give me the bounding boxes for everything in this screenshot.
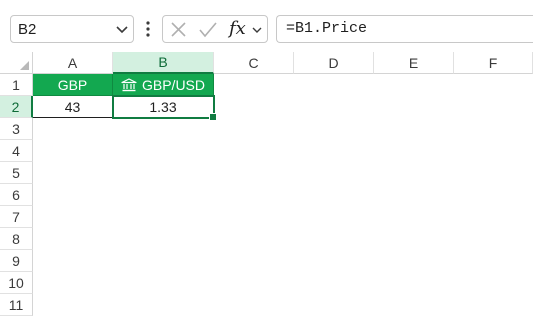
more-vertical-icon[interactable]: [145, 19, 151, 39]
column-header-e[interactable]: E: [374, 52, 454, 74]
row-header-11[interactable]: 11: [0, 294, 33, 316]
formula-bar: B2 fx =B1.Price: [0, 0, 533, 58]
row-header-7[interactable]: 7: [0, 206, 33, 228]
row-header-1[interactable]: 1: [0, 74, 33, 96]
cancel-x-icon[interactable]: [170, 21, 187, 38]
select-all-icon: [20, 61, 29, 70]
cell-b1-text: GBP/USD: [141, 76, 205, 93]
column-header-f[interactable]: F: [454, 52, 533, 74]
cell-b1[interactable]: GBP/USD: [113, 74, 214, 96]
bank-icon: [121, 77, 137, 91]
select-all-button[interactable]: [0, 52, 33, 74]
row-header-3[interactable]: 3: [0, 118, 33, 140]
name-box-value[interactable]: B2: [18, 21, 36, 38]
column-header-a[interactable]: A: [33, 52, 113, 74]
row-header-2[interactable]: 2: [0, 96, 33, 118]
cell-a2[interactable]: 43: [33, 96, 113, 118]
chevron-down-icon[interactable]: [251, 24, 263, 36]
column-header-c[interactable]: C: [214, 52, 294, 74]
row-header-5[interactable]: 5: [0, 162, 33, 184]
column-header-d[interactable]: D: [294, 52, 374, 74]
name-box[interactable]: B2: [10, 15, 134, 43]
row-header-8[interactable]: 8: [0, 228, 33, 250]
spreadsheet-grid: A B C D E F 1 2 3 4 5 6 7 8 9 10 11 GBP …: [0, 52, 533, 330]
cell-b2[interactable]: 1.33: [113, 96, 214, 118]
row-header-9[interactable]: 9: [0, 250, 33, 272]
row-header-10[interactable]: 10: [0, 272, 33, 294]
formula-input[interactable]: =B1.Price: [276, 15, 533, 43]
formula-buttons: fx: [162, 15, 268, 43]
row-header-4[interactable]: 4: [0, 140, 33, 162]
formula-text[interactable]: =B1.Price: [286, 20, 367, 37]
column-header-b[interactable]: B: [113, 52, 214, 74]
fx-icon[interactable]: fx: [229, 18, 246, 39]
confirm-check-icon[interactable]: [198, 21, 218, 38]
row-header-6[interactable]: 6: [0, 184, 33, 206]
chevron-down-icon[interactable]: [115, 22, 129, 36]
cell-a1[interactable]: GBP: [33, 74, 113, 96]
